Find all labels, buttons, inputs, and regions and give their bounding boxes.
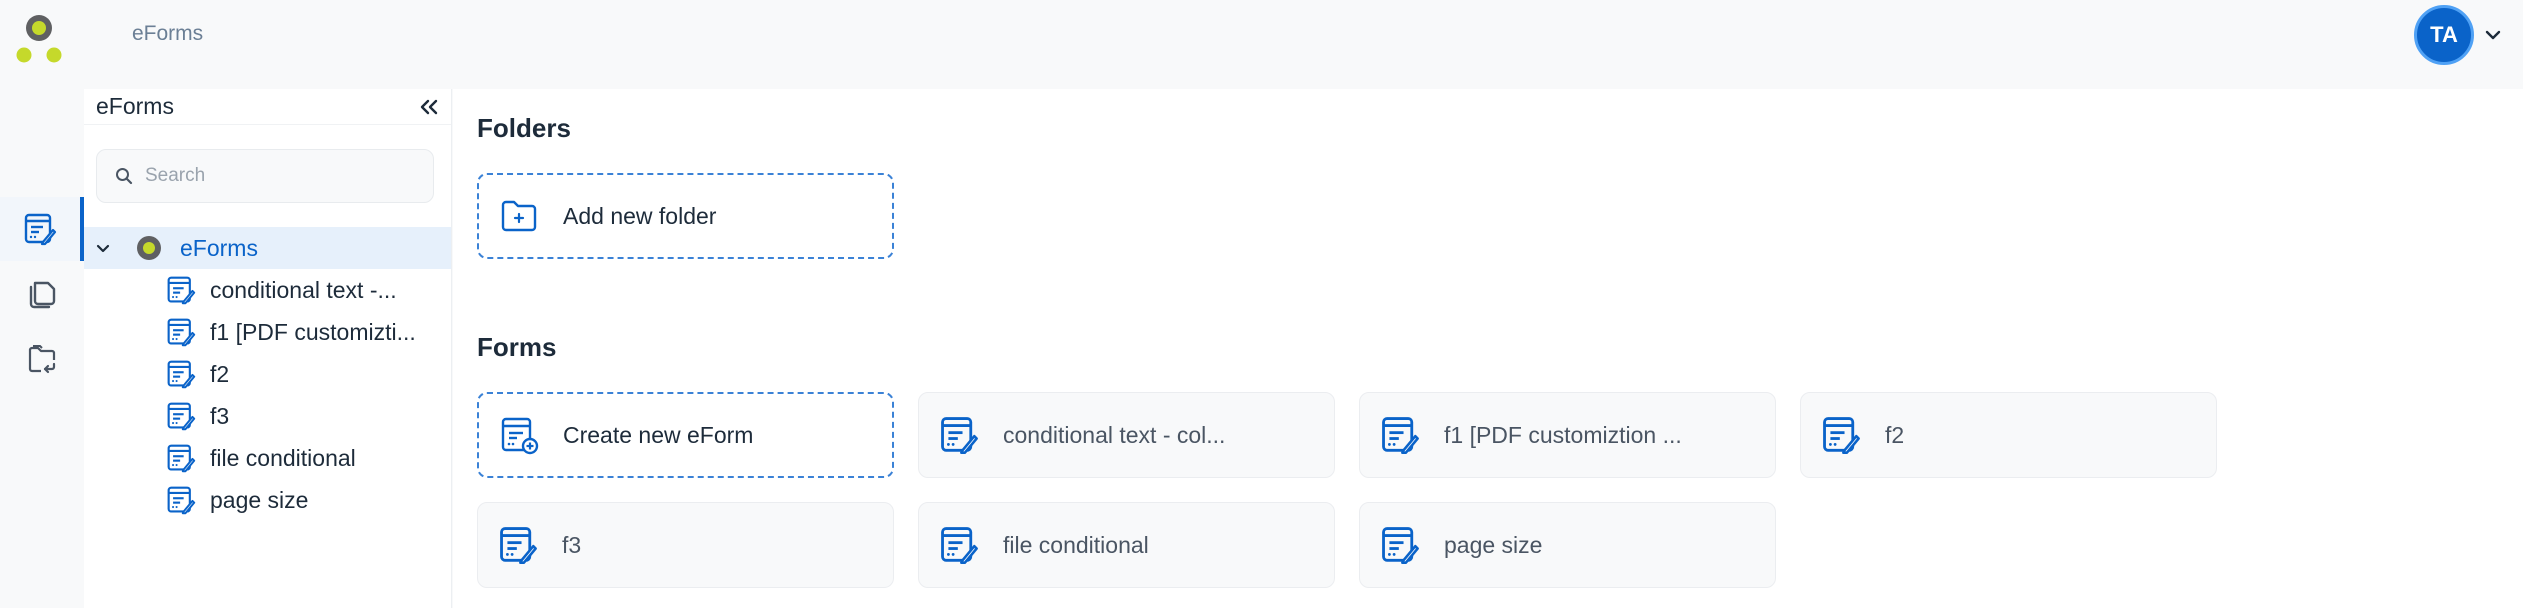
eform-edit-icon	[167, 276, 196, 305]
tree-root-eforms[interactable]: eForms	[84, 227, 451, 269]
tree-item[interactable]: file conditional	[84, 437, 451, 479]
rail-item-eforms[interactable]	[0, 197, 84, 261]
tree-item-label: f1 [PDF customizti...	[210, 318, 416, 345]
tree-header: eForms	[84, 89, 451, 125]
eform-edit-icon	[1382, 527, 1420, 565]
tree-item-label: conditional text -...	[210, 276, 397, 303]
eform-edit-icon	[24, 213, 57, 246]
add-folder-label: Add new folder	[563, 202, 717, 229]
forms-heading: Forms	[477, 332, 557, 362]
app-title: eForms	[132, 22, 204, 45]
eform-edit-icon	[167, 444, 196, 473]
tree-item[interactable]: f2	[84, 353, 451, 395]
rail-item-folder-sync[interactable]	[0, 327, 84, 391]
eform-edit-icon	[167, 318, 196, 347]
form-card-label: file conditional	[1003, 531, 1149, 558]
tree-item-label: page size	[210, 486, 309, 513]
form-card-label: conditional text - col...	[1003, 421, 1226, 448]
folders-heading: Folders	[477, 113, 571, 143]
eform-add-icon	[501, 417, 539, 455]
tree-panel: eForms eForms conditional text -... f1 […	[84, 89, 452, 608]
tree-item[interactable]: page size	[84, 479, 451, 521]
eform-edit-icon	[167, 486, 196, 515]
search-field[interactable]	[96, 149, 434, 203]
form-card[interactable]: page size	[1359, 502, 1776, 588]
form-card[interactable]: conditional text - col...	[918, 392, 1335, 478]
eform-edit-icon	[167, 360, 196, 389]
eform-edit-icon	[941, 417, 979, 455]
user-avatar[interactable]: TA	[2414, 5, 2474, 65]
tree-item-label: f3	[210, 402, 230, 429]
tree-title: eForms	[96, 93, 174, 119]
eforms-root-icon	[137, 236, 161, 260]
eform-edit-icon	[167, 402, 196, 431]
form-card[interactable]: f1 [PDF customiztion ...	[1359, 392, 1776, 478]
tree-item-label: f2	[210, 360, 230, 387]
form-card[interactable]: f2	[1800, 392, 2217, 478]
collapse-panel-icon[interactable]	[417, 95, 441, 119]
search-icon	[116, 168, 133, 185]
form-card[interactable]: f3	[477, 502, 894, 588]
eform-edit-icon	[1823, 417, 1861, 455]
tree-root-label: eForms	[180, 234, 258, 261]
main-content: Folders Add new folder Forms Create new …	[453, 89, 2523, 608]
folder-sync-icon	[28, 345, 56, 374]
form-card-label: f3	[562, 531, 582, 558]
top-bar: eForms TA	[0, 0, 2523, 89]
create-eform-label: Create new eForm	[563, 421, 754, 448]
tree-item-label: file conditional	[210, 444, 356, 471]
eform-edit-icon	[941, 527, 979, 565]
add-folder-button[interactable]: Add new folder	[477, 173, 894, 259]
tree-item[interactable]: f1 [PDF customizti...	[84, 311, 451, 353]
tree-item[interactable]: conditional text -...	[84, 269, 451, 311]
form-card[interactable]: file conditional	[918, 502, 1335, 588]
copy-pages-icon	[29, 281, 56, 309]
search-input[interactable]	[145, 165, 405, 187]
chevron-down-icon[interactable]	[2482, 24, 2504, 46]
chevron-down-icon[interactable]	[94, 239, 112, 257]
folder-plus-icon	[501, 200, 537, 232]
create-eform-button[interactable]: Create new eForm	[477, 392, 894, 478]
eform-edit-icon	[500, 527, 538, 565]
tree-item[interactable]: f3	[84, 395, 451, 437]
rail-item-pages[interactable]	[0, 262, 84, 326]
tree-children: conditional text -... f1 [PDF customizti…	[84, 269, 451, 521]
form-card-label: f2	[1885, 421, 1905, 448]
app-logo[interactable]	[14, 12, 64, 66]
form-card-label: f1 [PDF customiztion ...	[1444, 421, 1682, 448]
left-rail	[0, 89, 84, 608]
form-card-label: page size	[1444, 531, 1543, 558]
eform-edit-icon	[1382, 417, 1420, 455]
